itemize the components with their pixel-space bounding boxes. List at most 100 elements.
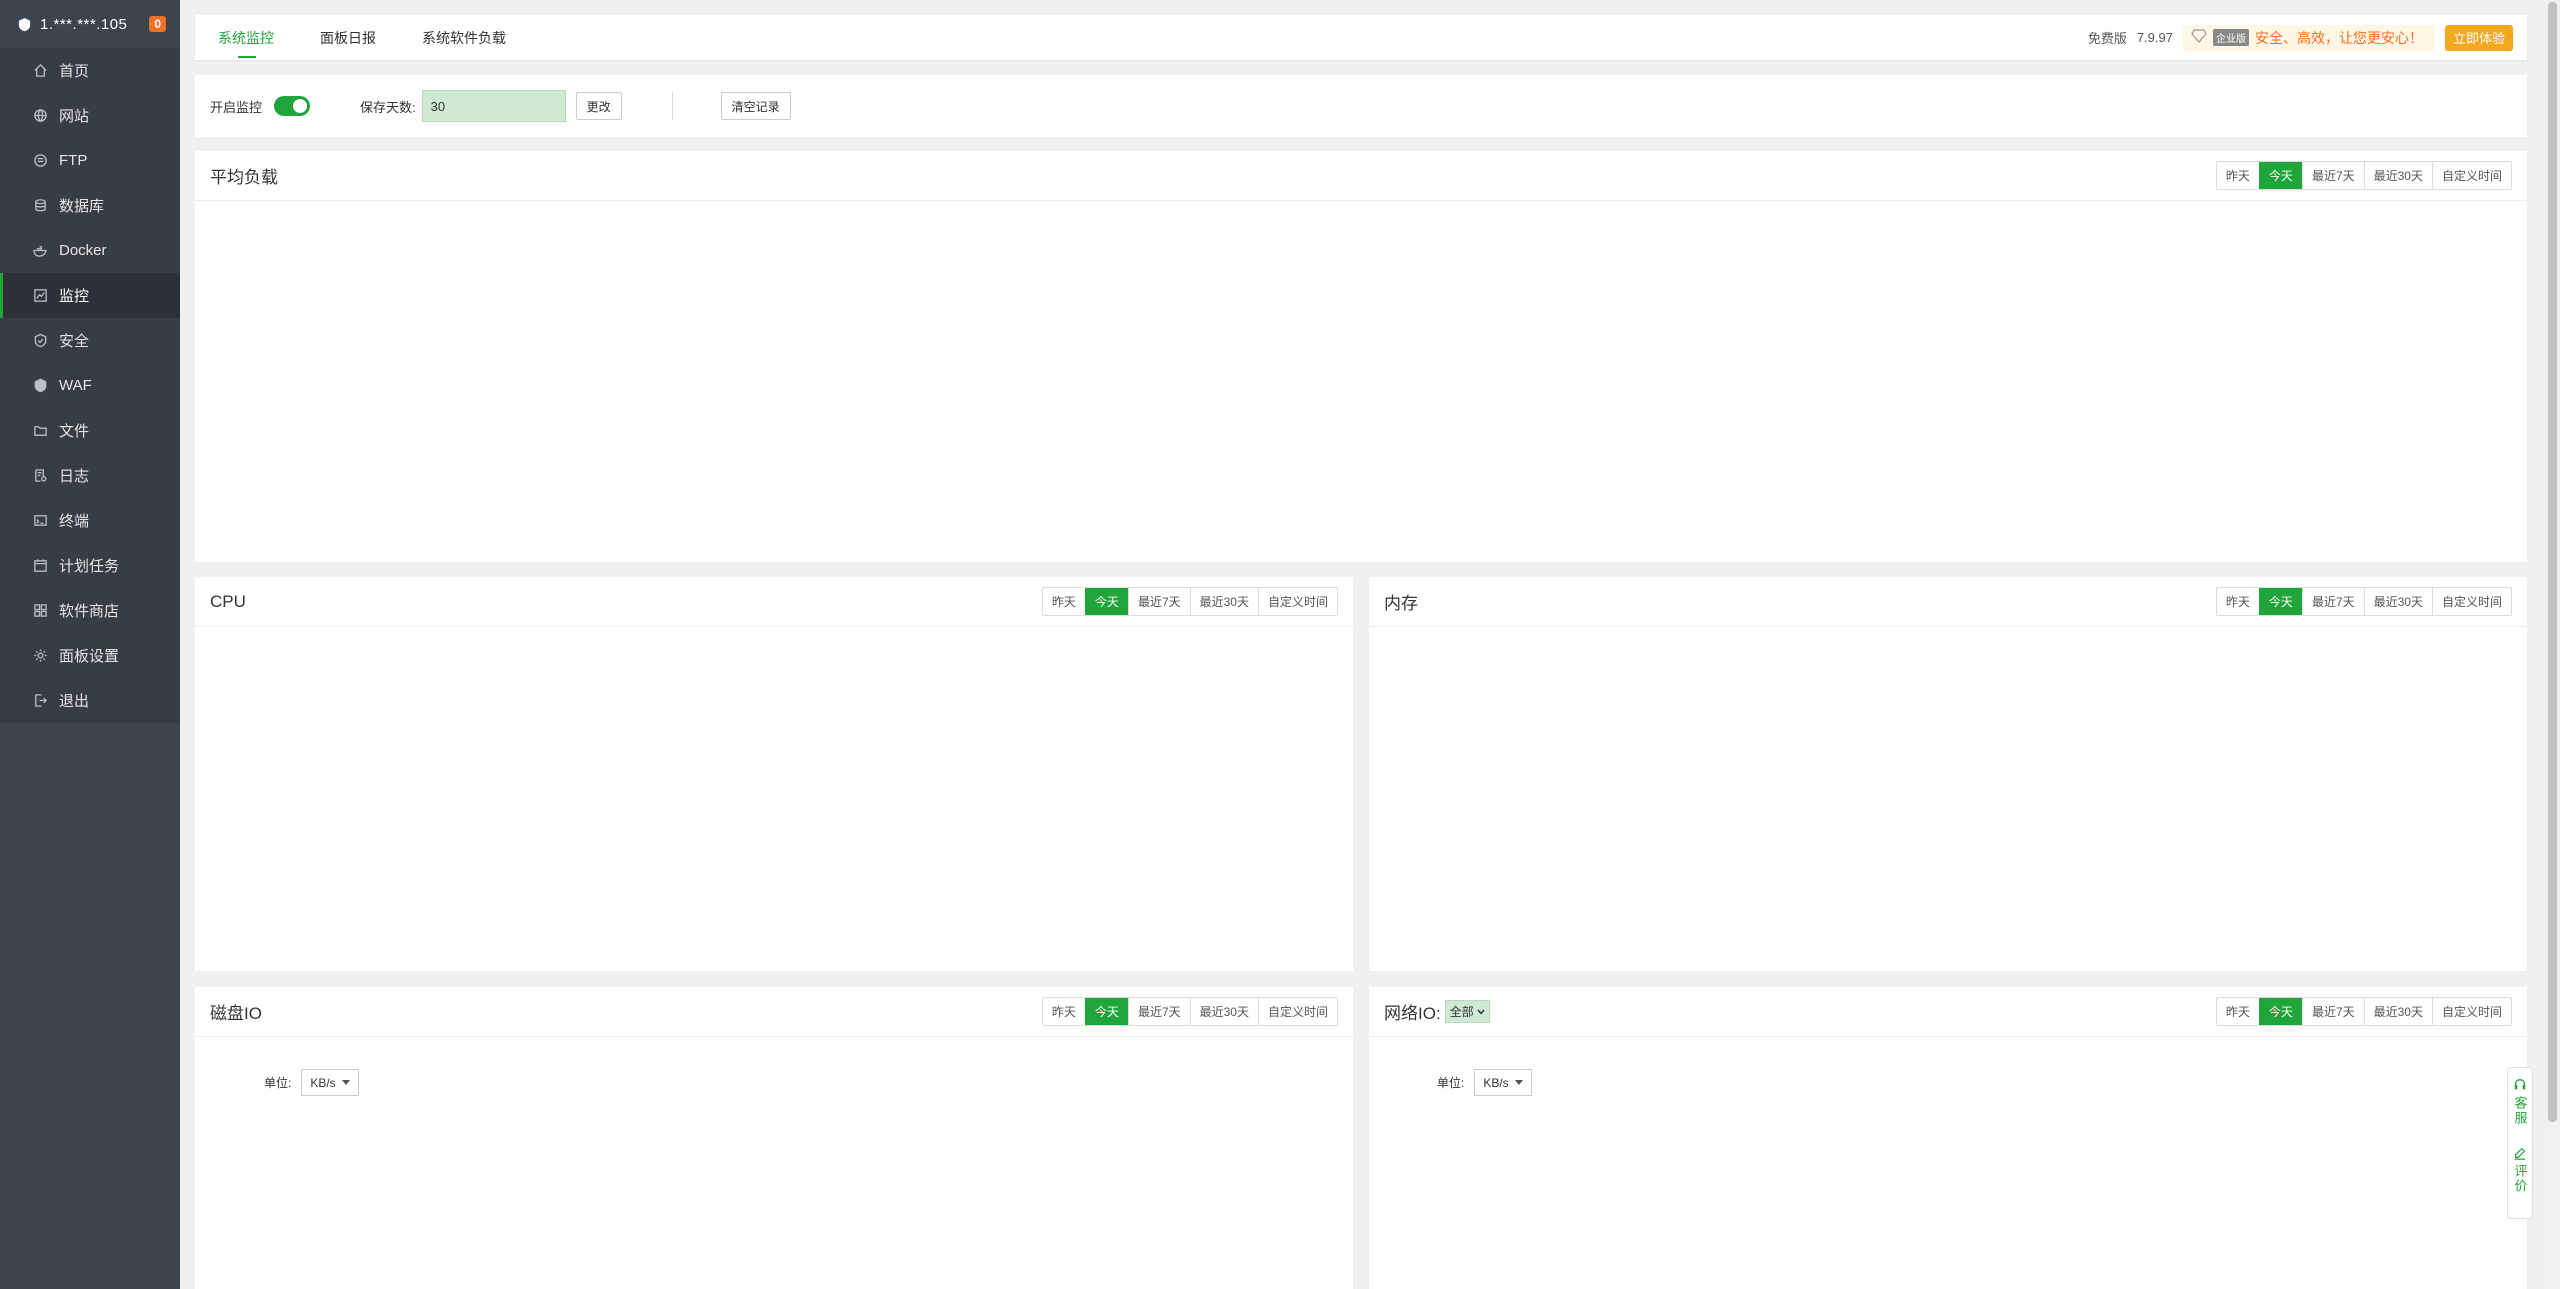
sidebar-item-security[interactable]: 安全	[0, 318, 180, 363]
panel-title: CPU	[210, 591, 246, 611]
divider	[671, 92, 673, 120]
sidebar-item-cron[interactable]: 计划任务	[0, 543, 180, 588]
range-yesterday[interactable]: 昨天	[2217, 588, 2259, 615]
sidebar-item-monitor[interactable]: 监控	[0, 273, 180, 318]
range-today[interactable]: 今天	[1084, 998, 1128, 1025]
sidebar-item-label: WAF	[59, 377, 92, 394]
tab-system-monitor[interactable]: 系统监控	[195, 15, 297, 60]
sidebar-item-label: 面板设置	[59, 648, 120, 665]
panel-title: 网络IO:	[1384, 1004, 1441, 1023]
range-custom[interactable]: 自定义时间	[2431, 588, 2511, 615]
sidebar-item-label: Docker	[59, 242, 107, 259]
logout-icon	[31, 692, 49, 710]
sidebar-item-home[interactable]: 首页	[0, 48, 180, 93]
unit-select[interactable]: KB/s	[301, 1069, 359, 1096]
enable-monitor-toggle[interactable]	[274, 96, 311, 116]
clear-records-button[interactable]: 清空记录	[720, 92, 791, 120]
range-30days[interactable]: 最近30天	[2363, 162, 2432, 189]
try-now-button[interactable]: 立即体验	[2444, 24, 2513, 51]
change-button[interactable]: 更改	[575, 92, 622, 120]
review-link[interactable]: 评价	[2511, 1164, 2530, 1194]
caret-down-icon	[341, 1080, 350, 1085]
panel-title-wrap: 网络IO: 全部	[1384, 999, 2216, 1024]
range-30days[interactable]: 最近30天	[2363, 998, 2432, 1025]
caret-down-icon	[1514, 1080, 1523, 1085]
sidebar-item-terminal[interactable]: 终端	[0, 498, 180, 543]
range-7days[interactable]: 最近7天	[2301, 588, 2364, 615]
range-yesterday[interactable]: 昨天	[1043, 998, 1085, 1025]
sidebar-item-label: 终端	[59, 513, 90, 530]
enable-monitor-label: 开启监控	[210, 99, 263, 115]
sidebar-item-label: FTP	[59, 152, 88, 169]
top-tab-bar: 系统监控 面板日报 系统软件负载 免费版 7.9.97 企业版 安全、高效，让您…	[195, 15, 2527, 60]
disk-io-panel: 磁盘IO 昨天 今天 最近7天 最近30天 自定义时间 单位: KB/s	[195, 987, 1353, 1289]
tab-software-load[interactable]: 系统软件负载	[399, 15, 529, 60]
sidebar-item-website[interactable]: 网站	[0, 93, 180, 138]
panel-title: 磁盘IO	[210, 1004, 262, 1023]
scrollbar-thumb[interactable]	[2548, 2, 2557, 1122]
range-today[interactable]: 今天	[2258, 162, 2302, 189]
shield-icon	[31, 332, 49, 350]
edit-icon	[2514, 1147, 2526, 1160]
sidebar-item-label: 计划任务	[59, 558, 120, 575]
unit-select[interactable]: KB/s	[1474, 1069, 1532, 1096]
range-custom[interactable]: 自定义时间	[1257, 998, 1337, 1025]
sidebar-item-ftp[interactable]: FTP	[0, 138, 180, 183]
waf-icon	[31, 377, 49, 395]
sidebar-item-logs[interactable]: 日志	[0, 453, 180, 498]
range-custom[interactable]: 自定义时间	[2431, 998, 2511, 1025]
range-today[interactable]: 今天	[2258, 588, 2302, 615]
load-average-panel: 平均负载 昨天 今天 最近7天 最近30天 自定义时间	[195, 151, 2527, 562]
notification-badge[interactable]: 0	[149, 16, 166, 32]
range-7days[interactable]: 最近7天	[1127, 588, 1190, 615]
terminal-icon	[31, 512, 49, 530]
range-7days[interactable]: 最近7天	[2301, 998, 2364, 1025]
server-icon	[16, 16, 32, 32]
range-yesterday[interactable]: 昨天	[2217, 998, 2259, 1025]
unit-value: KB/s	[1483, 1075, 1509, 1090]
retention-days-input[interactable]	[421, 90, 566, 122]
calendar-icon	[31, 557, 49, 575]
sidebar-item-settings[interactable]: 面板设置	[0, 633, 180, 678]
unit-value: KB/s	[310, 1075, 336, 1090]
range-today[interactable]: 今天	[1084, 588, 1128, 615]
sidebar-item-label: 首页	[59, 63, 90, 80]
range-30days[interactable]: 最近30天	[1189, 588, 1258, 615]
panel-header: 内存 昨天 今天 最近7天 最近30天 自定义时间	[1369, 577, 2527, 627]
panel-header: 磁盘IO 昨天 今天 最近7天 最近30天 自定义时间	[195, 987, 1353, 1037]
tab-daily-report[interactable]: 面板日报	[297, 15, 399, 60]
globe-icon	[31, 107, 49, 125]
sidebar-item-label: 文件	[59, 423, 90, 440]
home-icon	[31, 62, 49, 80]
sidebar-item-waf[interactable]: WAF	[0, 363, 180, 408]
panel-title: 平均负载	[210, 168, 278, 187]
range-custom[interactable]: 自定义时间	[2431, 162, 2511, 189]
monitor-settings-bar: 开启监控 保存天数: 更改 清空记录	[195, 75, 2527, 137]
panel-header: 平均负载 昨天 今天 最近7天 最近30天 自定义时间	[195, 151, 2527, 201]
range-custom[interactable]: 自定义时间	[1257, 588, 1337, 615]
sidebar-item-database[interactable]: 数据库	[0, 183, 180, 228]
range-30days[interactable]: 最近30天	[1189, 998, 1258, 1025]
range-yesterday[interactable]: 昨天	[2217, 162, 2259, 189]
time-range-selector: 昨天 今天 最近7天 最近30天 自定义时间	[1041, 587, 1338, 616]
range-30days[interactable]: 最近30天	[2363, 588, 2432, 615]
docker-icon	[31, 242, 49, 260]
headset-icon	[2514, 1079, 2526, 1090]
sidebar-item-logout[interactable]: 退出	[0, 678, 180, 723]
range-yesterday[interactable]: 昨天	[1043, 588, 1085, 615]
sidebar-item-store[interactable]: 软件商店	[0, 588, 180, 633]
diamond-icon	[2191, 29, 2207, 46]
time-range-selector: 昨天 今天 最近7天 最近30天 自定义时间	[2215, 161, 2512, 190]
unit-label: 单位:	[264, 1076, 292, 1090]
range-7days[interactable]: 最近7天	[1127, 998, 1190, 1025]
network-interface-select[interactable]: 全部	[1444, 1000, 1490, 1023]
range-7days[interactable]: 最近7天	[2301, 162, 2364, 189]
sidebar-item-files[interactable]: 文件	[0, 408, 180, 453]
topbar-right: 免费版 7.9.97 企业版 安全、高效，让您更安心！ 立即体验	[2088, 24, 2527, 51]
network-io-panel: 网络IO: 全部 昨天 今天 最近7天 最近30天 自定义时间 单位: KB/s	[1369, 987, 2527, 1289]
memory-panel: 内存 昨天 今天 最近7天 最近30天 自定义时间	[1369, 577, 2527, 971]
customer-service-link[interactable]: 客服	[2511, 1096, 2530, 1126]
promo-banner[interactable]: 企业版 安全、高效，让您更安心！	[2182, 24, 2435, 51]
range-today[interactable]: 今天	[2258, 998, 2302, 1025]
sidebar-item-docker[interactable]: Docker	[0, 228, 180, 273]
